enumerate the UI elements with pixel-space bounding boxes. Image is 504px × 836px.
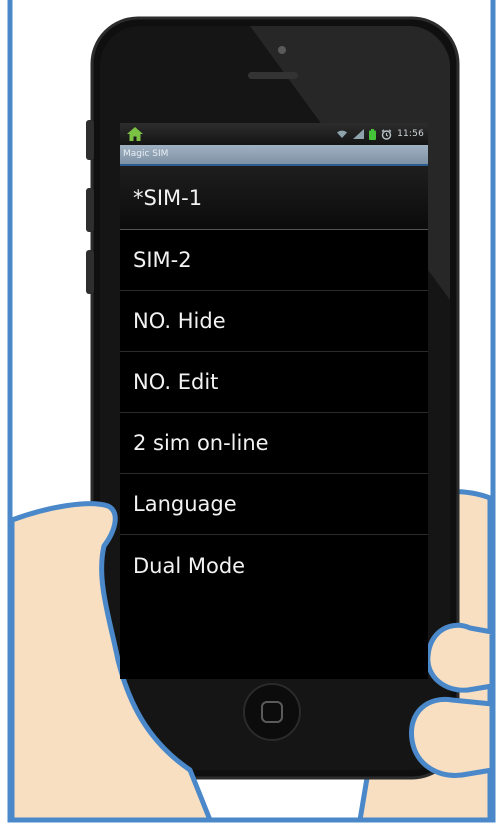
app-title: Magic SIM bbox=[123, 149, 169, 159]
home-button bbox=[243, 683, 301, 741]
status-icons: 11:56 bbox=[336, 127, 424, 141]
finger-upper bbox=[425, 622, 495, 693]
status-time: 11:56 bbox=[397, 129, 424, 139]
volume-down-button bbox=[86, 250, 94, 294]
menu-item-no-hide[interactable]: NO. Hide bbox=[120, 291, 428, 352]
volume-up-button bbox=[86, 188, 94, 232]
wifi-icon bbox=[337, 130, 348, 138]
menu-item-sim-2[interactable]: SIM-2 bbox=[120, 230, 428, 291]
app-title-bar: Magic SIM bbox=[120, 145, 428, 166]
signal-icon bbox=[353, 129, 365, 139]
menu-item-2-sim-on-line[interactable]: 2 sim on-line bbox=[120, 413, 428, 474]
menu-item-language[interactable]: Language bbox=[120, 474, 428, 535]
battery-icon bbox=[369, 128, 377, 140]
menu-item-no-edit[interactable]: NO. Edit bbox=[120, 352, 428, 413]
home-icon[interactable] bbox=[126, 125, 144, 143]
front-camera bbox=[278, 46, 286, 54]
status-bar: 11:56 bbox=[120, 123, 428, 145]
illustration: 11:56 Magic SIM *SIM-1 SIM-2 NO. Hide NO… bbox=[0, 0, 504, 836]
menu-item-dual-mode[interactable]: Dual Mode bbox=[120, 535, 428, 596]
finger-lower bbox=[409, 696, 495, 778]
earpiece bbox=[248, 72, 298, 79]
phone-screen: 11:56 Magic SIM *SIM-1 SIM-2 NO. Hide NO… bbox=[120, 123, 428, 679]
menu-item-sim-1[interactable]: *SIM-1 bbox=[120, 166, 428, 230]
alarm-icon bbox=[381, 128, 392, 140]
settings-menu: *SIM-1 SIM-2 NO. Hide NO. Edit 2 sim on-… bbox=[120, 166, 428, 596]
mute-switch bbox=[86, 120, 94, 160]
